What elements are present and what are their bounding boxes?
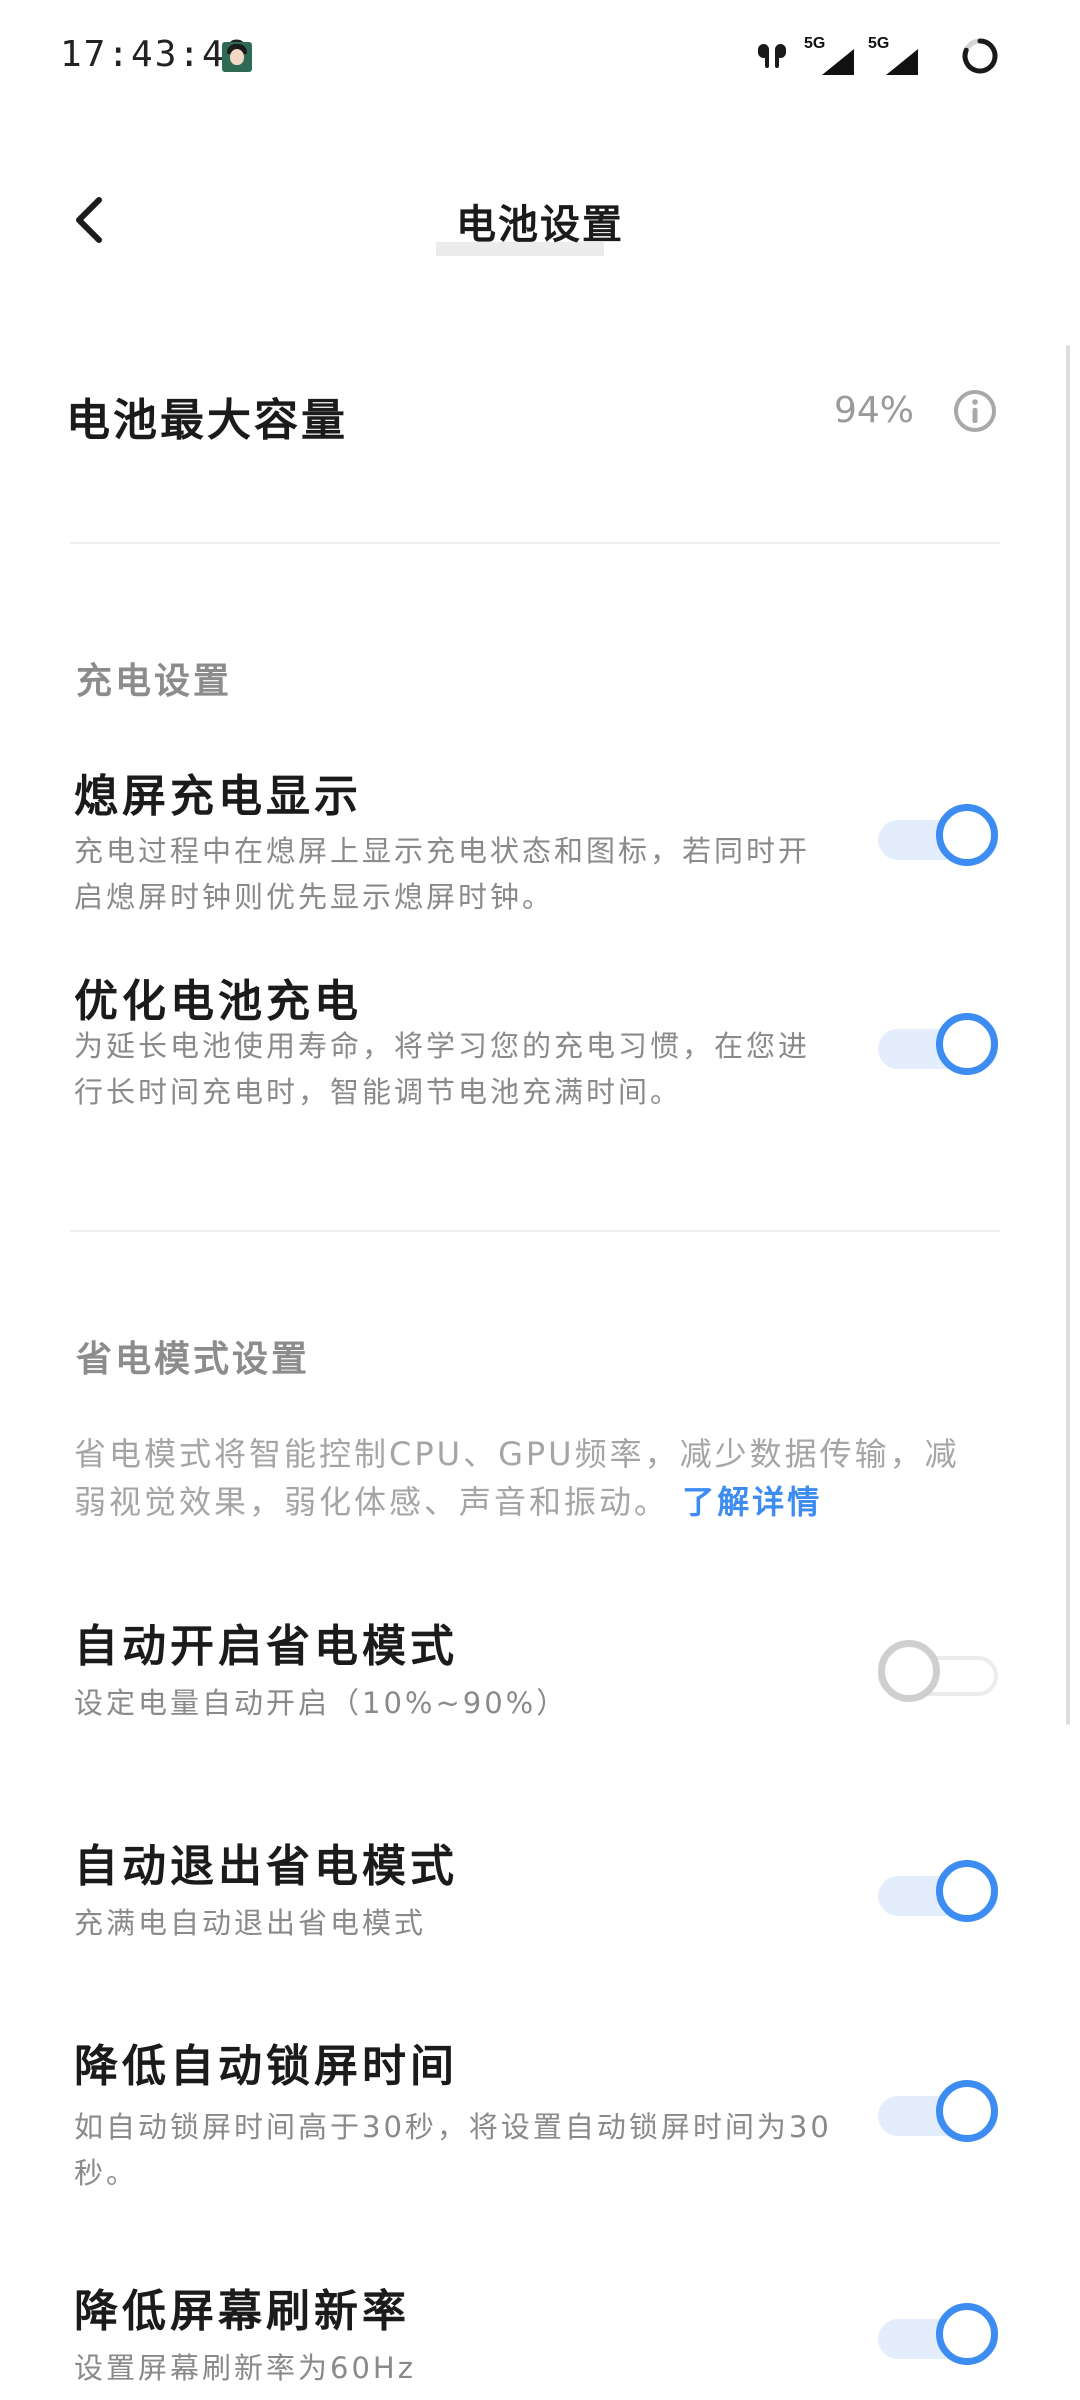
divider (70, 1230, 1000, 1232)
setting-description: 为延长电池使用寿命，将学习您的充电习惯，在您进行长时间充电时，智能调节电池充满时… (74, 1029, 811, 1109)
learn-more-link[interactable]: 了解详情 (682, 1483, 822, 1521)
charging-section-header: 充电设置 (76, 661, 233, 702)
reduce-refresh-rate-toggle[interactable] (878, 2303, 998, 2373)
battery-capacity-label: 电池最大容量 (66, 395, 348, 446)
setting-description: 设置屏幕刷新率为60Hz (74, 2351, 416, 2385)
setting-optimize-charging: 优化电池充电 为延长电池使用寿命，将学习您的充电习惯，在您进行长时间充电时，智能… (0, 965, 1080, 1135)
optimize-charging-toggle[interactable] (878, 1013, 998, 1083)
setting-title: 降低自动锁屏时间 (74, 2041, 458, 2092)
battery-capacity-row[interactable]: 电池最大容量 94% (0, 370, 1080, 460)
setting-title: 自动退出省电模式 (74, 1841, 458, 1892)
setting-description: 充满电自动退出省电模式 (74, 1906, 427, 1940)
power-saving-section-header: 省电模式设置 (76, 1339, 311, 1380)
setting-description: 设定电量自动开启（10%~90%） (74, 1686, 569, 1720)
setting-reduce-lock-time: 降低自动锁屏时间 如自动锁屏时间高于30秒，将设置自动锁屏时间为30秒。 (0, 2030, 1080, 2200)
setting-title: 优化电池充电 (74, 976, 362, 1027)
settings-list: 电池最大容量 94% 充电设置 熄屏充电显示 充电过程中在熄屏上显示充电状态和图… (0, 0, 1080, 2400)
power-saving-description-text: 省电模式将智能控制CPU、GPU频率，减少数据传输，减弱视觉效果，弱化体感、声音… (74, 1435, 960, 1521)
battery-settings-screen: 17:43:48 5G 5G 电池设置 电池最大容量 94% 充电设置 熄屏充电… (0, 0, 1080, 2400)
power-saving-description: 省电模式将智能控制CPU、GPU频率，减少数据传输，减弱视觉效果，弱化体感、声音… (74, 1430, 994, 1526)
divider (70, 542, 1000, 544)
auto-enable-power-saving-toggle[interactable] (878, 1640, 998, 1710)
setting-auto-enable-power-saving: 自动开启省电模式 设定电量自动开启（10%~90%） (0, 1610, 1080, 1740)
setting-auto-exit-power-saving: 自动退出省电模式 充满电自动退出省电模式 (0, 1830, 1080, 1960)
setting-reduce-refresh-rate: 降低屏幕刷新率 设置屏幕刷新率为60Hz (0, 2275, 1080, 2400)
reduce-lock-time-toggle[interactable] (878, 2080, 998, 2150)
info-icon[interactable] (952, 388, 998, 434)
setting-title: 自动开启省电模式 (74, 1621, 458, 1672)
setting-description: 如自动锁屏时间高于30秒，将设置自动锁屏时间为30秒。 (74, 2110, 832, 2190)
battery-capacity-value: 94% (833, 390, 914, 431)
setting-description: 充电过程中在熄屏上显示充电状态和图标，若同时开启熄屏时钟则优先显示熄屏时钟。 (74, 834, 811, 914)
auto-exit-power-saving-toggle[interactable] (878, 1860, 998, 1930)
aod-charging-toggle[interactable] (878, 804, 998, 874)
setting-title: 熄屏充电显示 (74, 771, 362, 822)
setting-aod-charging: 熄屏充电显示 充电过程中在熄屏上显示充电状态和图标，若同时开启熄屏时钟则优先显示… (0, 760, 1080, 930)
setting-title: 降低屏幕刷新率 (74, 2286, 410, 2337)
